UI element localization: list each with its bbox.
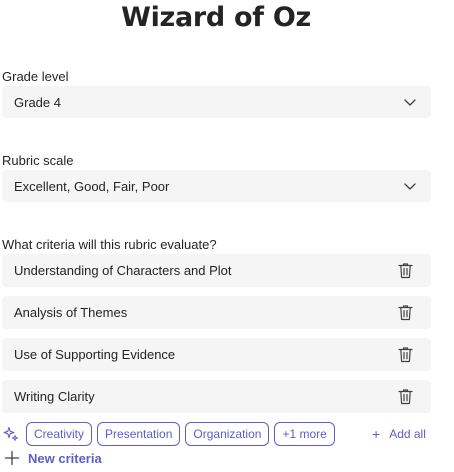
- suggestion-chip[interactable]: Organization: [185, 422, 270, 446]
- new-criteria-button[interactable]: New criteria: [4, 450, 102, 466]
- page-title: Wizard of Oz: [121, 2, 311, 33]
- grade-level-label: Grade level: [2, 69, 69, 84]
- rubric-scale-value: Excellent, Good, Fair, Poor: [14, 178, 170, 194]
- suggestion-chip[interactable]: Presentation: [97, 422, 181, 446]
- rubric-scale-label: Rubric scale: [2, 153, 74, 168]
- trash-icon[interactable]: [397, 346, 413, 364]
- plus-icon: +: [372, 426, 381, 442]
- criteria-item[interactable]: Analysis of Themes: [2, 296, 431, 329]
- grade-level-dropdown[interactable]: Grade 4: [2, 86, 431, 118]
- new-criteria-label: New criteria: [28, 450, 102, 466]
- add-all-button[interactable]: + Add all: [372, 426, 426, 442]
- plus-icon: [4, 450, 20, 466]
- criteria-question-label: What criteria will this rubric evaluate?: [2, 237, 217, 252]
- grade-level-value: Grade 4: [14, 94, 61, 110]
- add-all-label: Add all: [389, 427, 426, 441]
- rubric-scale-dropdown[interactable]: Excellent, Good, Fair, Poor: [2, 170, 431, 202]
- trash-icon[interactable]: [397, 388, 413, 406]
- criteria-item-text: Use of Supporting Evidence: [14, 347, 176, 362]
- more-suggestions-chip[interactable]: +1 more: [274, 422, 335, 446]
- trash-icon[interactable]: [397, 262, 413, 280]
- chevron-down-icon: [403, 179, 417, 193]
- criteria-item[interactable]: Use of Supporting Evidence: [2, 338, 431, 371]
- criteria-item-text: Analysis of Themes: [14, 305, 128, 320]
- criteria-item-text: Writing Clarity: [14, 389, 95, 404]
- sparkle-icon: [2, 425, 20, 443]
- criteria-item[interactable]: Understanding of Characters and Plot: [2, 254, 431, 287]
- trash-icon[interactable]: [397, 304, 413, 322]
- criteria-item[interactable]: Writing Clarity: [2, 380, 431, 413]
- chevron-down-icon: [403, 95, 417, 109]
- criteria-item-text: Understanding of Characters and Plot: [14, 263, 232, 278]
- suggestion-chips: Creativity Presentation Organization +1 …: [2, 422, 340, 446]
- suggestion-chip[interactable]: Creativity: [26, 422, 93, 446]
